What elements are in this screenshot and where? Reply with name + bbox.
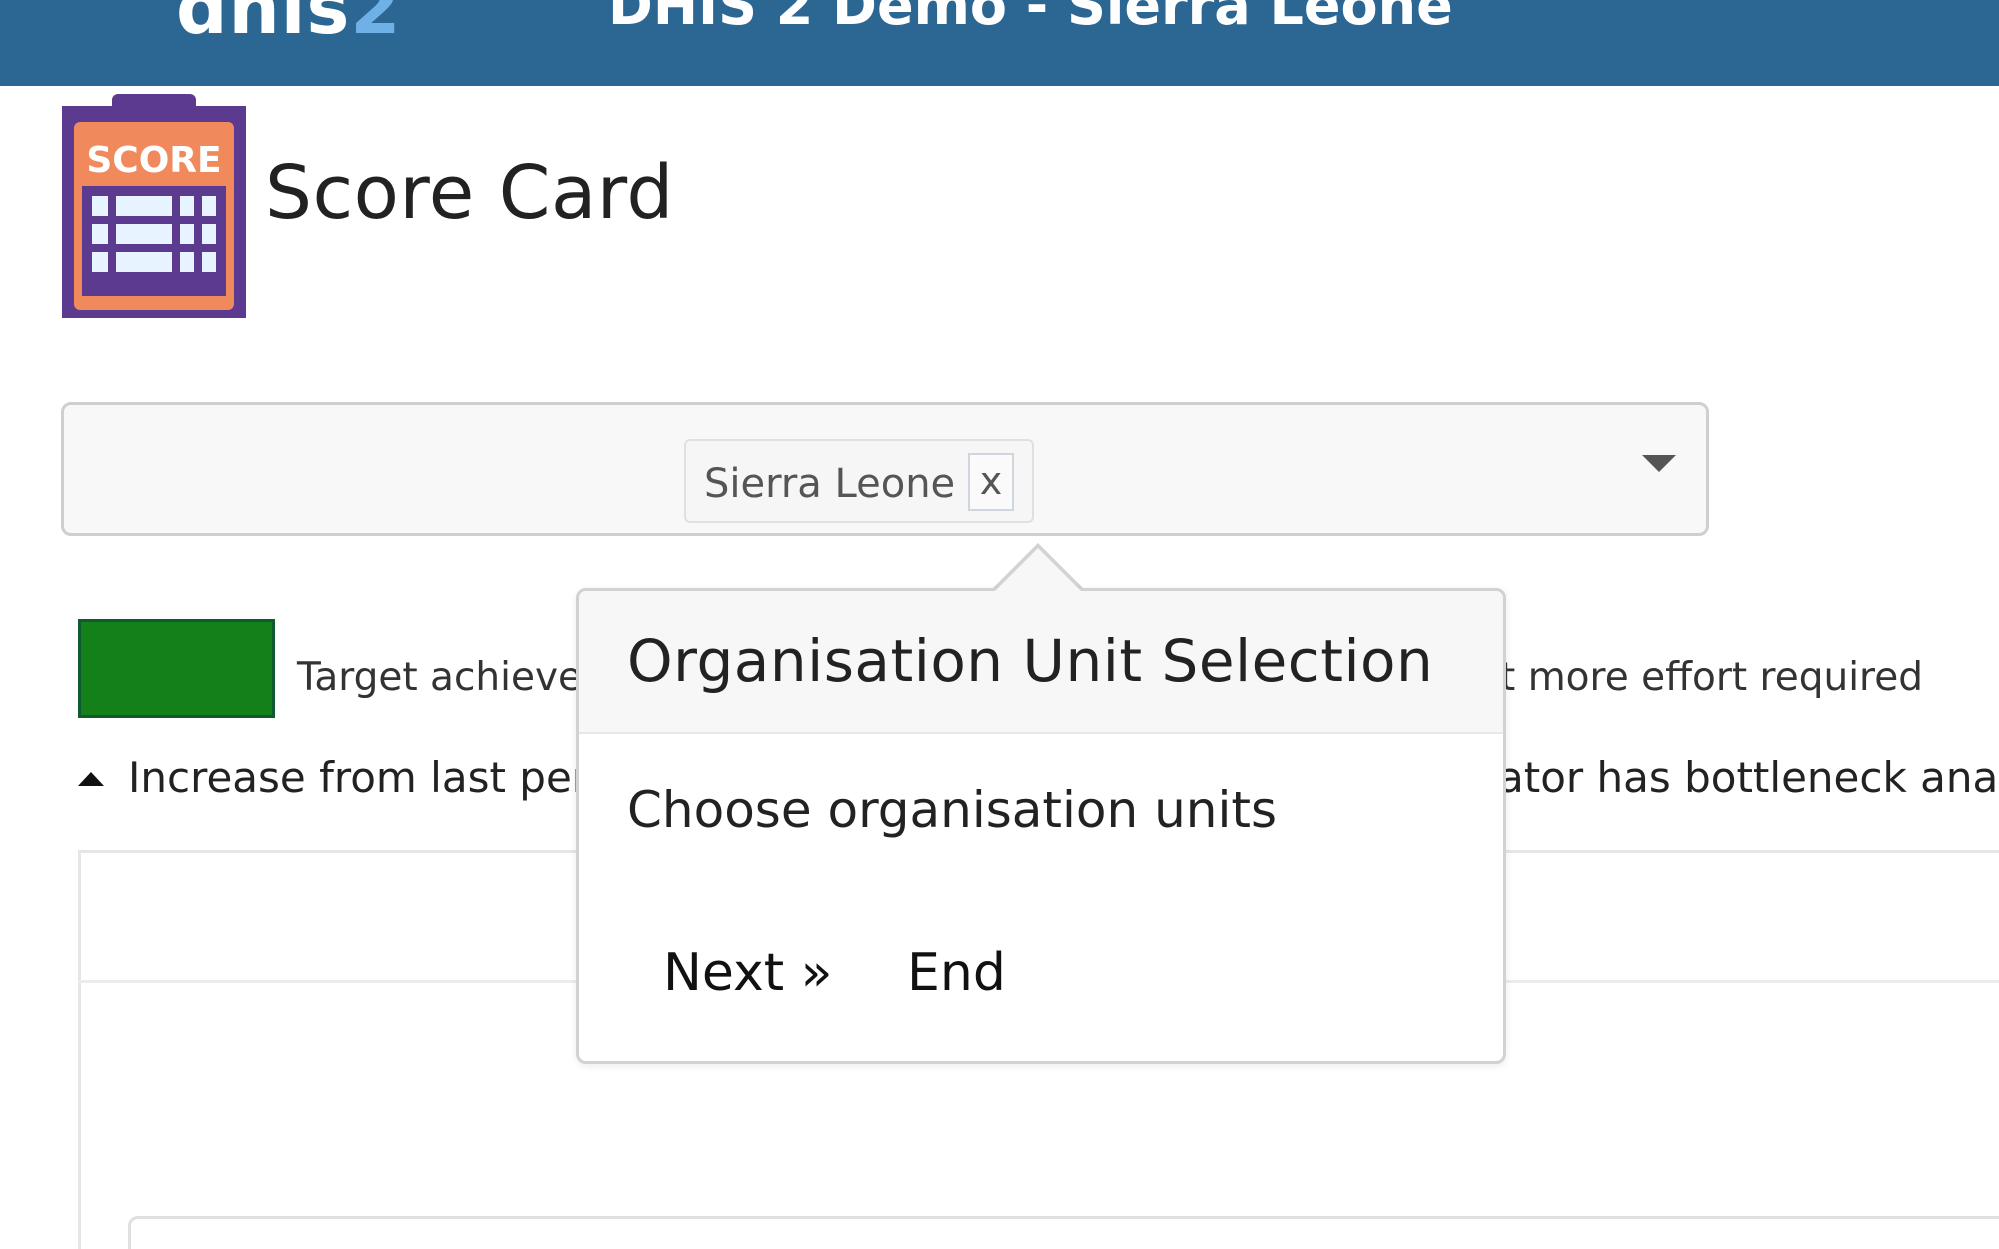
popover-content: Choose organisation units [627, 781, 1277, 839]
legend-more-effort-label: t more effort required [1500, 655, 1923, 700]
top-header-bar: dhis2 DHIS 2 Demo - Sierra Leone [0, 0, 1999, 86]
increase-arrow-icon [78, 772, 104, 786]
popover-header: Organisation Unit Selection [579, 591, 1503, 734]
legend-target-achieved-label: Target achieved [297, 655, 607, 700]
remove-org-unit-button[interactable]: x [968, 453, 1014, 511]
tour-popover: Organisation Unit Selection Choose organ… [576, 588, 1506, 1064]
popover-title: Organisation Unit Selection [627, 627, 1434, 695]
dhis2-logo[interactable]: dhis2 [176, 0, 401, 50]
score-card-icon: SCORE [62, 94, 246, 318]
next-button[interactable]: Next » [663, 943, 832, 1003]
instance-title: DHIS 2 Demo - Sierra Leone [608, 0, 1453, 37]
selected-org-unit-chip: Sierra Leone x [684, 439, 1034, 523]
legend-target-achieved-swatch [78, 619, 275, 718]
popover-arrow-fill [994, 548, 1082, 592]
org-unit-chip-label: Sierra Leone [704, 461, 956, 507]
logo-text-main: dhis [176, 0, 351, 50]
legend-bottleneck-label: ator has bottleneck anal [1498, 753, 1999, 802]
end-tour-button[interactable]: End [907, 943, 1006, 1003]
org-unit-select[interactable]: Sierra Leone x [61, 402, 1709, 536]
logo-text-accent: 2 [350, 0, 402, 50]
caret-down-icon[interactable] [1642, 455, 1676, 472]
score-icon-label: SCORE [86, 140, 221, 181]
legend-increase-label: Increase from last peri [128, 753, 601, 802]
page-title: Score Card [265, 150, 674, 236]
table-inner-panel [128, 1216, 1999, 1249]
